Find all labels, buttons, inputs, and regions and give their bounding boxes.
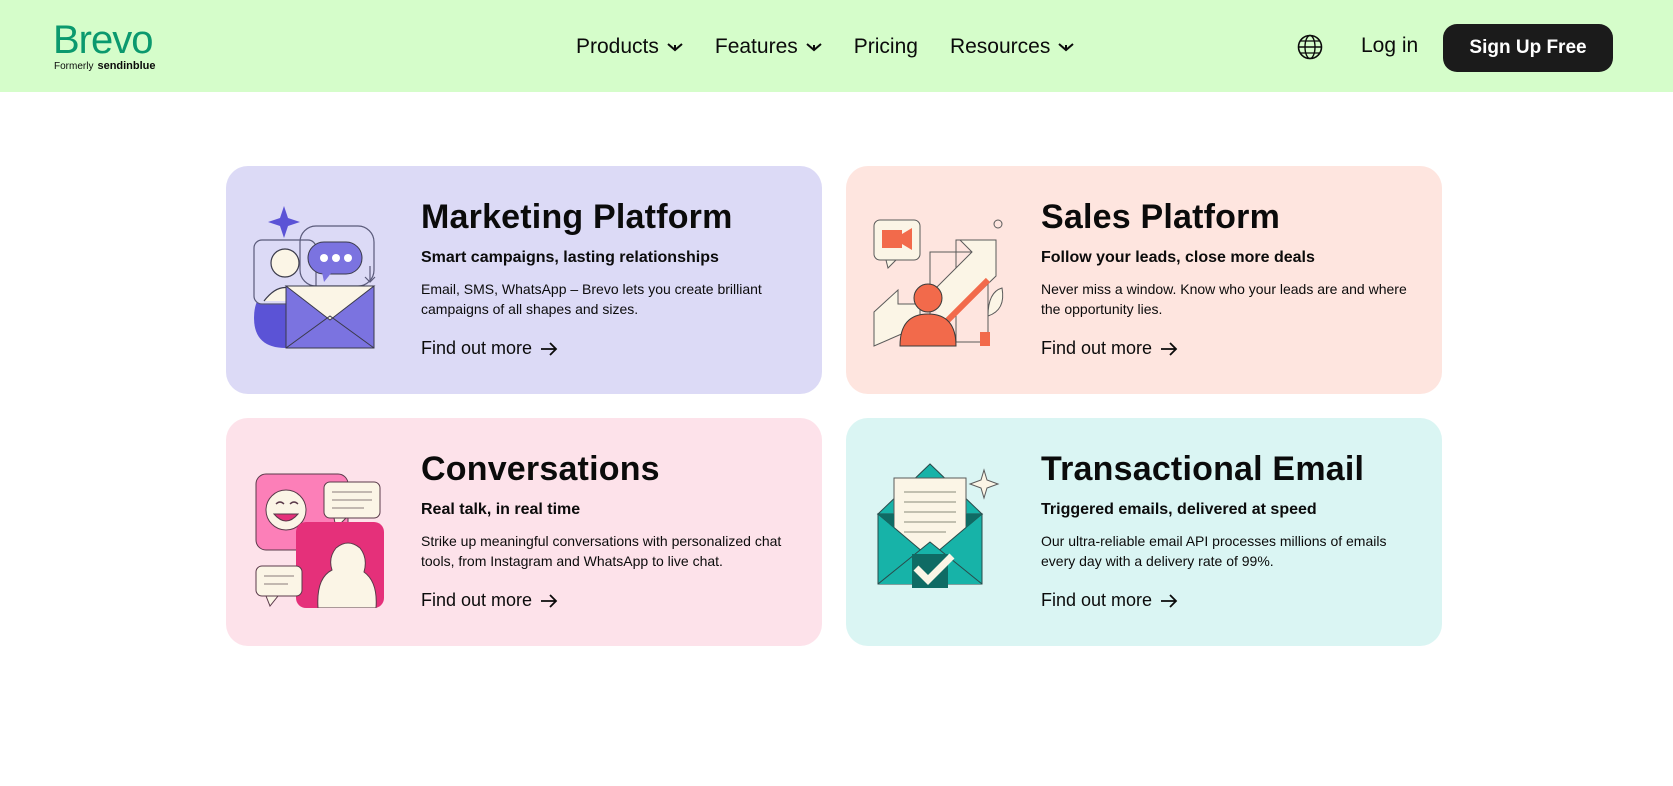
sales-illustration-icon [873, 219, 1004, 347]
card-description: Our ultra-reliable email API processes m… [1041, 533, 1387, 569]
card-subtitle: Follow your leads, close more deals [1041, 249, 1315, 266]
find-out-more-link[interactable]: Find out more [421, 590, 558, 611]
card-description: Never miss a window. Know who your leads… [1041, 281, 1407, 317]
card-description: Strike up meaningful conversations with … [421, 533, 782, 569]
card-title: Marketing Platform [421, 198, 733, 236]
link-label: Find out more [421, 338, 533, 358]
conversations-card[interactable]: Conversations Real talk, in real time St… [226, 418, 822, 646]
arrow-right-icon [1161, 593, 1178, 608]
sales-platform-card[interactable]: Sales Platform Follow your leads, close … [846, 166, 1442, 394]
card-subtitle: Triggered emails, delivered at speed [1041, 501, 1317, 518]
nav-item-pricing[interactable]: Pricing [854, 35, 918, 59]
transactional-email-card[interactable]: Transactional Email Triggered emails, de… [846, 418, 1442, 646]
nav-item-label: Features [714, 35, 798, 58]
site-header: Brevo Formerly sendinblue Products Featur… [0, 0, 1673, 92]
chevron-down-icon [1058, 43, 1074, 52]
card-subtitle: Real talk, in real time [421, 501, 581, 518]
brevo-logo[interactable]: Brevo Formerly sendinblue [53, 18, 173, 74]
arrow-right-icon [541, 341, 558, 356]
transactional-email-illustration-icon [876, 463, 1000, 588]
nav-item-features[interactable]: Features [715, 35, 822, 59]
card-description: Email, SMS, WhatsApp – Brevo lets you cr… [421, 281, 762, 317]
globe-icon[interactable] [1297, 34, 1323, 60]
link-label: Find out more [1041, 590, 1153, 610]
chevron-down-icon [667, 43, 683, 52]
chevron-down-icon [806, 43, 822, 52]
conversations-illustration-icon [255, 473, 384, 608]
nav-item-label: Resources [949, 35, 1051, 58]
nav-item-label: Pricing [853, 35, 918, 58]
nav-item-label: Products [576, 35, 659, 58]
card-title: Transactional Email [1041, 450, 1365, 488]
logo-wordmark: Brevo [53, 18, 153, 62]
logo-formerly-text: Formerly sendinblue [54, 60, 156, 72]
marketing-platform-card[interactable]: Marketing Platform Smart campaigns, last… [226, 166, 822, 394]
nav-item-resources[interactable]: Resources [950, 35, 1074, 59]
find-out-more-link[interactable]: Find out more [1041, 338, 1178, 359]
sign-up-button[interactable]: Sign Up Free [1443, 24, 1613, 72]
arrow-right-icon [541, 593, 558, 608]
link-label: Find out more [421, 590, 533, 610]
find-out-more-link[interactable]: Find out more [1041, 590, 1178, 611]
arrow-right-icon [1161, 341, 1178, 356]
card-subtitle: Smart campaigns, lasting relationships [421, 249, 719, 266]
card-title: Conversations [421, 450, 660, 488]
link-label: Find out more [1041, 338, 1153, 358]
find-out-more-link[interactable]: Find out more [421, 338, 558, 359]
nav-item-products[interactable]: Products [576, 35, 683, 59]
card-title: Sales Platform [1041, 198, 1281, 236]
marketing-illustration-icon [253, 206, 376, 349]
main-nav: Products Features Pricing Resources [576, 32, 1106, 62]
login-link[interactable]: Log in [1361, 34, 1418, 58]
